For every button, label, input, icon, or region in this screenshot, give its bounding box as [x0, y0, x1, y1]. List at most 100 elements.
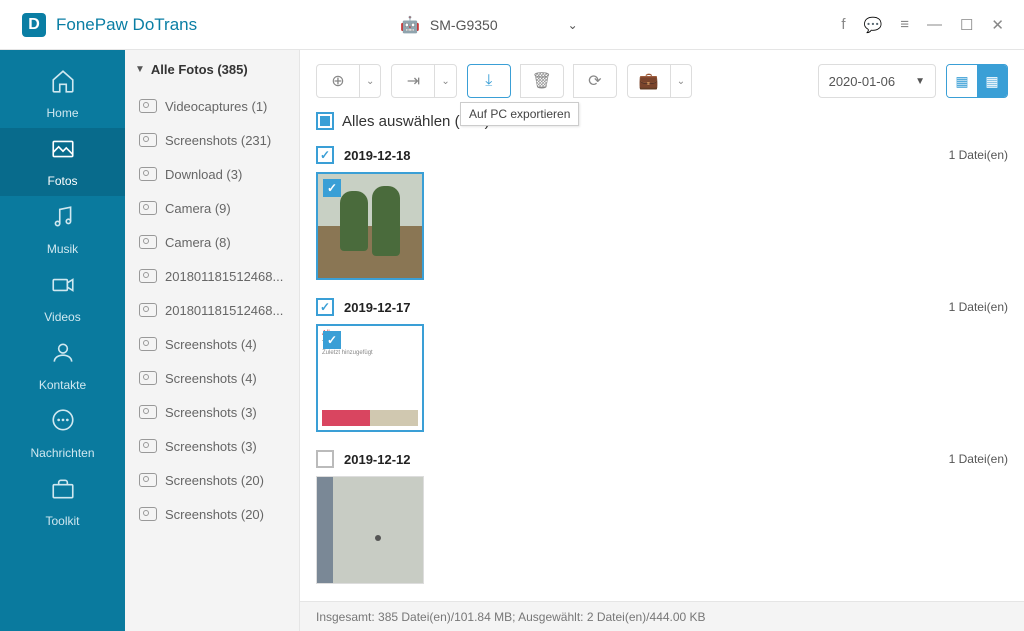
app-title: FonePaw DoTrans — [56, 15, 197, 35]
album-label: Screenshots (20) — [165, 507, 264, 522]
close-icon[interactable]: ✕ — [991, 16, 1004, 34]
nav-label: Home — [46, 106, 78, 120]
album-row[interactable]: 201801181512468... — [125, 293, 299, 327]
date-checkbox[interactable] — [316, 146, 334, 164]
status-bar: Insgesamt: 385 Datei(en)/101.84 MB; Ausg… — [300, 601, 1024, 631]
album-icon — [139, 473, 157, 487]
add-button[interactable]: ⊕ — [316, 64, 360, 98]
album-row[interactable]: Screenshots (3) — [125, 395, 299, 429]
date-header: 2019-12-181 Datei(en) — [316, 142, 1008, 172]
nav-label: Musik — [47, 242, 78, 256]
sidebar-item-kontakte[interactable]: Kontakte — [0, 332, 125, 400]
album-label: Download (3) — [165, 167, 242, 182]
sidebar-item-nachrichten[interactable]: Nachrichten — [0, 400, 125, 468]
sidebar-item-musik[interactable]: Musik — [0, 196, 125, 264]
thumb-checkbox[interactable]: ✓ — [323, 179, 341, 197]
album-icon — [139, 201, 157, 215]
album-label: Screenshots (3) — [165, 405, 257, 420]
to-device-button[interactable]: ⇥ — [391, 64, 435, 98]
toolbar: ⊕ ⌄ ⇥ ⌄ ⤓ 🗑 ⟳ 💼 ⌄ 2020-01-06 ▼ ▦ ▦ — [300, 50, 1024, 108]
titlebar: D FonePaw DoTrans 🤖 SM-G9350 ⌄ f 💬 ≡ — ☐… — [0, 0, 1024, 50]
refresh-button[interactable]: ⟳ — [573, 64, 617, 98]
date-header: 2019-12-121 Datei(en) — [316, 446, 1008, 476]
device-area: 🤖 SM-G9350 ⌄ — [300, 15, 841, 35]
album-icon — [139, 337, 157, 351]
feedback-icon[interactable]: 💬 — [864, 16, 883, 34]
status-text: Insgesamt: 385 Datei(en)/101.84 MB; Ausg… — [316, 610, 706, 624]
album-icon — [139, 507, 157, 521]
date-count: 1 Datei(en) — [949, 148, 1008, 162]
delete-button[interactable]: 🗑 — [520, 64, 564, 98]
add-dropdown[interactable]: ⌄ — [359, 64, 381, 98]
sidebar-item-fotos[interactable]: Fotos — [0, 128, 125, 196]
sidebar-item-toolkit[interactable]: Toolkit — [0, 468, 125, 536]
date-section: 2019-12-181 Datei(en) ✓ — [316, 142, 1008, 280]
export-tooltip: Auf PC exportieren — [460, 102, 579, 126]
sidebar-item-home[interactable]: Home — [0, 60, 125, 128]
view-grid-small[interactable]: ▦ — [977, 65, 1007, 97]
messages-icon — [50, 408, 76, 440]
album-row[interactable]: Screenshots (4) — [125, 361, 299, 395]
date-checkbox[interactable] — [316, 450, 334, 468]
date-filter[interactable]: 2020-01-06 ▼ — [818, 64, 936, 98]
folder-dropdown[interactable]: ⌄ — [670, 64, 692, 98]
thumb-row: ✓ — [316, 172, 1008, 280]
album-row[interactable]: 201801181512468... — [125, 259, 299, 293]
device-selector[interactable]: 🤖 SM-G9350 ⌄ — [400, 15, 578, 35]
album-icon — [139, 99, 157, 113]
album-row[interactable]: Download (3) — [125, 157, 299, 191]
select-all-checkbox[interactable] — [316, 112, 334, 130]
date-label: 2019-12-17 — [344, 300, 411, 315]
photo-icon — [50, 136, 76, 168]
photo-thumbnail[interactable]: ✓AlbenTitelZuletzt hinzugefügt — [316, 324, 424, 432]
album-list-header[interactable]: ▼ Alle Fotos (385) — [125, 50, 299, 89]
select-all-row: Alles auswählen (385) — [300, 108, 1024, 142]
maximize-icon[interactable]: ☐ — [960, 16, 973, 34]
album-row[interactable]: Camera (8) — [125, 225, 299, 259]
photo-thumbnail[interactable] — [316, 476, 424, 584]
album-row[interactable]: Camera (9) — [125, 191, 299, 225]
facebook-icon[interactable]: f — [841, 16, 845, 33]
album-row[interactable]: Screenshots (3) — [125, 429, 299, 463]
album-icon — [139, 405, 157, 419]
album-row[interactable]: Videocaptures (1) — [125, 89, 299, 123]
album-icon — [139, 133, 157, 147]
album-header-label: Alle Fotos (385) — [151, 62, 248, 77]
album-row[interactable]: Screenshots (4) — [125, 327, 299, 361]
album-icon — [139, 269, 157, 283]
nav-label: Kontakte — [39, 378, 86, 392]
nav-label: Toolkit — [45, 514, 79, 528]
date-section: 2019-12-17 1 Datei(en) ✓AlbenTitelZuletzt … — [316, 294, 1008, 432]
sidebar-item-videos[interactable]: Videos — [0, 264, 125, 332]
date-count: 1 Datei(en) — [949, 300, 1008, 314]
folder-button[interactable]: 💼 — [627, 64, 671, 98]
album-label: Screenshots (231) — [165, 133, 271, 148]
logo-icon: D — [22, 13, 46, 37]
minimize-icon[interactable]: — — [927, 16, 942, 33]
album-label: Screenshots (4) — [165, 371, 257, 386]
photo-groups[interactable]: 2019-12-181 Datei(en) ✓ 2019-12-17 1 Datei(… — [300, 142, 1024, 601]
album-label: Videocaptures (1) — [165, 99, 267, 114]
thumb-checkbox[interactable]: ✓ — [323, 331, 341, 349]
album-row[interactable]: Screenshots (20) — [125, 497, 299, 531]
album-label: Screenshots (20) — [165, 473, 264, 488]
to-device-dropdown[interactable]: ⌄ — [434, 64, 456, 98]
album-row[interactable]: Screenshots (231) — [125, 123, 299, 157]
thumb-row — [316, 476, 1008, 584]
sidebar: Home Fotos Musik Videos Kontakte Nachric… — [0, 50, 125, 631]
export-pc-button[interactable]: ⤓ — [467, 64, 511, 98]
view-grid-large[interactable]: ▦ — [947, 65, 977, 97]
album-icon — [139, 235, 157, 249]
album-label: Camera (9) — [165, 201, 231, 216]
menu-icon[interactable]: ≡ — [900, 16, 909, 33]
date-count: 1 Datei(en) — [949, 452, 1008, 466]
nav-label: Videos — [44, 310, 80, 324]
album-label: 201801181512468... — [165, 269, 283, 284]
toolkit-icon — [50, 476, 76, 508]
device-name: SM-G9350 — [430, 17, 498, 33]
date-checkbox[interactable] — [316, 298, 334, 316]
photo-thumbnail[interactable]: ✓ — [316, 172, 424, 280]
logo-area: D FonePaw DoTrans — [0, 13, 300, 37]
album-row[interactable]: Screenshots (20) — [125, 463, 299, 497]
album-icon — [139, 439, 157, 453]
